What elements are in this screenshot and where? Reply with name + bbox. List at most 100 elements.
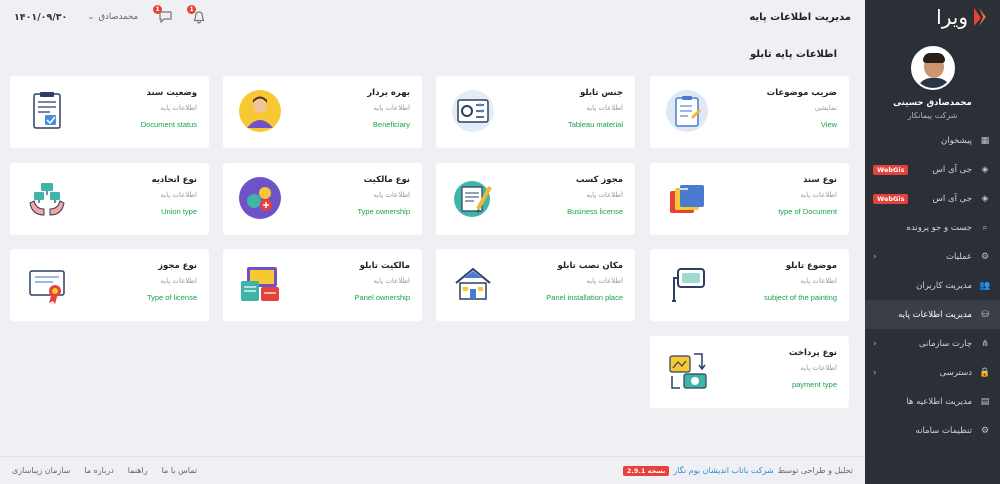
sidebar-item-label: تنظیمات سامانه xyxy=(915,425,972,436)
folders-icon xyxy=(670,185,704,213)
sidebar-item-1[interactable]: ◈ جی آی اس WebGis xyxy=(865,155,1000,184)
card-subtitle: اطلاعات پایه xyxy=(160,191,197,199)
brand-logo-icon xyxy=(974,8,986,26)
sidebar-item-icon: ⌕ xyxy=(982,222,988,233)
sidebar-item-icon: ◈ xyxy=(981,164,989,175)
sidebar-item-icon: ⚙ xyxy=(980,425,990,436)
info-card[interactable]: مالکیت تابلو اطلاعات پایه Panel ownership xyxy=(223,249,422,321)
card-title: مجوز کسب xyxy=(575,175,623,185)
info-card[interactable]: نوع پرداخت اطلاعات پایه payment type xyxy=(650,336,849,408)
card-subtitle: اطلاعات پایه xyxy=(373,277,410,285)
sidebar-item-label: مدیریت اطلاعیه ها xyxy=(906,396,972,407)
user-avatar-icon xyxy=(239,90,281,132)
sidebar-item-icon: 🔒 xyxy=(979,367,991,378)
topbar-tools: ۱۴۰۱/۰۹/۳۰ ⌄ محمدصادق 1 1 xyxy=(14,5,206,24)
card-link[interactable]: subject of the painting xyxy=(710,293,837,302)
footer-link[interactable]: سازمان زیباسازی xyxy=(12,466,70,475)
sidebar-item-10[interactable]: ⚙ تنظیمات سامانه xyxy=(865,416,1000,445)
sidebar-item-8[interactable]: 🔒 دسترسی ‹ xyxy=(865,358,1000,387)
card-title: موضوع تابلو xyxy=(785,261,837,271)
avatar[interactable] xyxy=(910,46,955,90)
sidebar-item-icon: ▤ xyxy=(980,396,990,407)
card-text: مالکیت تابلو اطلاعات پایه Panel ownership xyxy=(283,261,410,302)
info-card[interactable]: نوع اتحادیه اطلاعات پایه Union type xyxy=(10,163,209,235)
credit-brand-link[interactable]: شرکت باتاب اندیشان بوم نگار xyxy=(673,466,773,475)
info-card[interactable]: نوع مالکیت اطلاعات پایه Type ownership xyxy=(223,163,422,235)
footer-credit: تحلیل و طراحی توسط شرکت باتاب اندیشان بو… xyxy=(622,465,853,476)
card-text: نوع مجوز اطلاعات پایه Type of license xyxy=(70,261,197,302)
sidebar-menu: ▦ پیشخوان ◈ جی آی اس WebGis ◈ جی آی اس WebGis ⌕ ج… xyxy=(865,126,1000,445)
info-card[interactable]: نوع مجوز اطلاعات پایه Type of license xyxy=(10,249,209,321)
topbar: ۱۴۰۱/۰۹/۳۰ ⌄ محمدصادق 1 1 مدیریت اطلاعات… xyxy=(0,0,865,34)
sidebar-item-0[interactable]: ▦ پیشخوان xyxy=(865,126,1000,155)
profile-name: محمدصادق حسینی xyxy=(893,98,972,108)
footer-link[interactable]: تماس با ما xyxy=(162,466,198,475)
card-link[interactable]: type of Document xyxy=(710,207,837,216)
user-dropdown[interactable]: ⌄ محمدصادق xyxy=(87,12,138,22)
notifications-button[interactable]: 1 xyxy=(187,5,206,24)
card-link[interactable]: Business license xyxy=(496,207,623,216)
sidebar: ویرا محمدصادق حسینی شرکت پیمانکار ▦ پیشخو… xyxy=(865,0,1000,484)
version-badge: نسخه 2.9.1 xyxy=(622,465,670,476)
sidebar-item-6[interactable]: ⛁ مدیریت اطلاعات پایه xyxy=(865,300,1000,329)
footer-link[interactable]: راهنما xyxy=(128,466,148,475)
messages-button[interactable]: 1 xyxy=(153,5,172,24)
card-subtitle: اطلاعات پایه xyxy=(373,191,410,199)
sidebar-item-7[interactable]: ⋔ چارت سازمانی ‹ xyxy=(865,329,1000,358)
card-subtitle: نمایشی xyxy=(814,104,837,112)
card-title: بهره بردار xyxy=(367,88,410,98)
footer-link[interactable]: درباره ما xyxy=(84,466,113,475)
sidebar-item-4[interactable]: ⚙ عملیات ‹ xyxy=(865,242,1000,271)
card-subtitle: اطلاعات پایه xyxy=(586,191,623,199)
user-dropdown-label: محمدصادق xyxy=(98,12,139,22)
sidebar-item-icon: 👥 xyxy=(979,280,991,291)
sidebar-item-label: مدیریت کاربران xyxy=(916,280,972,291)
info-card[interactable]: نوع سند اطلاعات پایه type of Document xyxy=(650,163,849,235)
sidebar-item-label: عملیات xyxy=(946,251,972,262)
sidebar-item-icon: ▦ xyxy=(980,135,990,146)
card-subtitle: اطلاعات پایه xyxy=(160,277,197,285)
footer-links: تماس با ما راهنما درباره ما سازمان زیباسازی xyxy=(12,466,197,475)
sidebar-item-5[interactable]: 👥 مدیریت کاربران xyxy=(865,271,1000,300)
card-subtitle: اطلاعات پایه xyxy=(800,364,837,372)
card-link[interactable]: payment type xyxy=(710,380,837,389)
info-card[interactable]: مجوز کسب اطلاعات پایه Business license xyxy=(436,163,635,235)
card-link[interactable]: View xyxy=(710,120,837,129)
card-text: نوع اتحادیه اطلاعات پایه Union type xyxy=(70,175,197,216)
card-link[interactable]: Type of license xyxy=(70,293,197,302)
sidebar-item-2[interactable]: ◈ جی آی اس WebGis xyxy=(865,184,1000,213)
messages-badge: 1 xyxy=(153,5,163,14)
card-subtitle: اطلاعات پایه xyxy=(373,104,410,112)
card-link[interactable]: Union type xyxy=(70,207,197,216)
brand-name: ویرا xyxy=(936,5,968,29)
info-card[interactable]: موضوع تابلو اطلاعات پایه subject of the pa… xyxy=(650,249,849,321)
sidebar-item-label: جست و جو پرونده xyxy=(906,222,972,233)
license-pen-icon xyxy=(454,181,492,217)
card-link[interactable]: Beneficiary xyxy=(283,120,410,129)
card-subtitle: اطلاعات پایه xyxy=(586,277,623,285)
card-link[interactable]: Panel installation place xyxy=(496,293,623,302)
info-card[interactable]: وضعیت سند اطلاعات پایه Document status xyxy=(10,76,209,148)
info-card[interactable]: ضریب موضوعات نمایشی View xyxy=(650,76,849,148)
card-link[interactable]: Document status xyxy=(70,120,197,129)
brand[interactable]: ویرا xyxy=(865,0,1000,34)
card-text: بهره بردار اطلاعات پایه Beneficiary xyxy=(283,88,410,129)
sidebar-item-3[interactable]: ⌕ جست و جو پرونده xyxy=(865,213,1000,242)
card-text: نوع پرداخت اطلاعات پایه payment type xyxy=(710,348,837,389)
payment-exchange-icon xyxy=(669,353,707,389)
card-link[interactable]: Tableau material xyxy=(496,120,623,129)
sidebar-item-9[interactable]: ▤ مدیریت اطلاعیه ها xyxy=(865,387,1000,416)
info-card[interactable]: بهره بردار اطلاعات پایه Beneficiary xyxy=(223,76,422,148)
card-text: مجوز کسب اطلاعات پایه Business license xyxy=(496,175,623,216)
card-link[interactable]: Type ownership xyxy=(283,207,410,216)
info-card[interactable]: مکان نصب تابلو اطلاعات پایه Panel installa… xyxy=(436,249,635,321)
info-card[interactable]: جنس تابلو اطلاعات پایه Tableau material xyxy=(436,76,635,148)
card-link[interactable]: Panel ownership xyxy=(283,293,410,302)
card-text: ضریب موضوعات نمایشی View xyxy=(710,88,837,129)
date-display: ۱۴۰۱/۰۹/۳۰ xyxy=(14,11,68,23)
panel-ownership-icon xyxy=(241,267,279,301)
section-title: اطلاعات پایه تابلو xyxy=(750,49,837,60)
sidebar-item-label: دسترسی xyxy=(939,367,972,378)
user-profile: محمدصادق حسینی شرکت پیمانکار xyxy=(865,46,1000,120)
sidebar-item-icon: ⚙ xyxy=(980,251,990,262)
